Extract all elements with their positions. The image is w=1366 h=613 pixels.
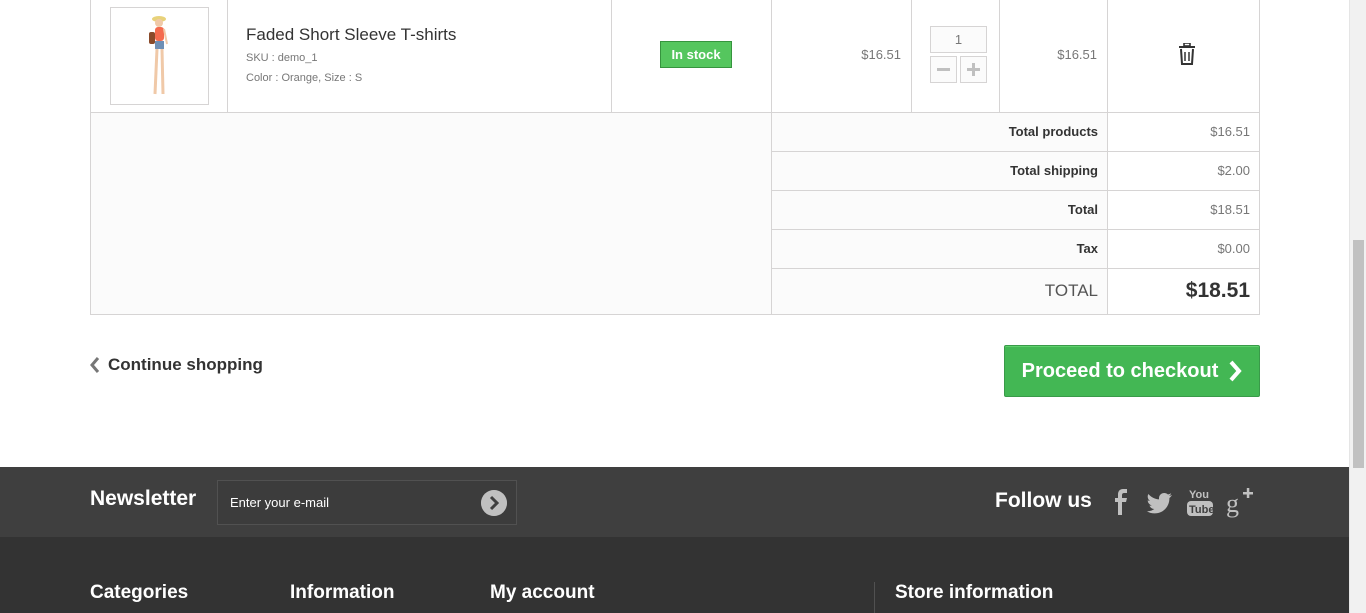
footer-information-heading[interactable]: Information: [290, 582, 395, 604]
grand-total-label: TOTAL: [772, 269, 1108, 314]
product-thumbnail[interactable]: [110, 7, 209, 105]
svg-text:You: You: [1189, 489, 1209, 501]
product-image-cell: [91, 0, 228, 112]
footer-my-account-heading[interactable]: My account: [490, 582, 595, 604]
in-stock-badge: In stock: [660, 41, 732, 68]
summary-value: $2.00: [1108, 152, 1259, 190]
footer-divider: [874, 582, 875, 613]
availability-cell: In stock: [612, 0, 772, 112]
plus-icon: [967, 63, 980, 76]
trash-icon[interactable]: [1177, 43, 1197, 65]
cart-table: Faded Short Sleeve T-shirts SKU : demo_1…: [90, 0, 1260, 315]
footer-main: Categories Information My account Store …: [0, 537, 1349, 613]
minus-icon: [937, 68, 950, 71]
product-description-cell: Faded Short Sleeve T-shirts SKU : demo_1…: [228, 0, 612, 112]
follow-us-title: Follow us: [995, 489, 1092, 512]
newsletter-email-input[interactable]: Enter your e-mail: [217, 480, 517, 525]
newsletter-title: Newsletter: [90, 487, 197, 510]
chevron-right-icon: [1229, 360, 1243, 382]
summary-row-total-shipping: Total shipping $2.00: [772, 152, 1259, 191]
summary-label: Total shipping: [772, 152, 1108, 190]
checkout-label: Proceed to checkout: [1021, 359, 1219, 382]
twitter-icon[interactable]: [1145, 485, 1175, 519]
footer-categories-heading[interactable]: Categories: [90, 582, 188, 604]
quantity-increase-button[interactable]: [960, 56, 987, 83]
newsletter-bar: Newsletter Enter your e-mail Follow us Y…: [0, 467, 1349, 537]
continue-shopping-label: Continue shopping: [108, 355, 263, 374]
grand-total-value: $18.51: [1108, 269, 1259, 314]
youtube-icon[interactable]: You Tube: [1185, 485, 1215, 519]
chevron-left-icon: [90, 357, 100, 373]
product-sku: SKU : demo_1: [246, 52, 318, 64]
svg-text:Tube: Tube: [1189, 504, 1214, 516]
footer-store-information-heading: Store information: [895, 582, 1054, 603]
line-total-cell: $16.51: [1000, 0, 1108, 112]
scrollbar-thumb[interactable]: [1353, 240, 1364, 468]
page-scrollbar[interactable]: [1349, 0, 1366, 613]
summary-value: $16.51: [1108, 113, 1259, 151]
quantity-input[interactable]: 1: [930, 26, 987, 53]
summary-value: $18.51: [1108, 191, 1259, 229]
summary-row-total: Total $18.51: [772, 191, 1259, 230]
delete-cell: [1108, 0, 1259, 112]
summary-row-tax: Tax $0.00: [772, 230, 1259, 269]
product-name-link[interactable]: Faded Short Sleeve T-shirts: [246, 25, 456, 45]
summary-value: $0.00: [1108, 230, 1259, 268]
summary-row-grand-total: TOTAL $18.51: [772, 269, 1259, 314]
unit-price: $16.51: [861, 47, 901, 62]
product-attributes: Color : Orange, Size : S: [246, 72, 363, 84]
unit-price-cell: $16.51: [772, 0, 912, 112]
summary-label: Total: [772, 191, 1108, 229]
arrow-right-circle-icon[interactable]: [481, 490, 507, 516]
summary-row-total-products: Total products $16.51: [772, 113, 1259, 152]
proceed-to-checkout-button[interactable]: Proceed to checkout: [1004, 345, 1260, 397]
newsletter-placeholder: Enter your e-mail: [230, 495, 329, 510]
facebook-icon[interactable]: [1106, 485, 1136, 519]
summary-label: Tax: [772, 230, 1108, 268]
summary-spacer: [91, 113, 772, 314]
svg-text:g: g: [1226, 489, 1239, 518]
quantity-decrease-button[interactable]: [930, 56, 957, 83]
cart-product-row: Faded Short Sleeve T-shirts SKU : demo_1…: [91, 0, 1259, 113]
line-total: $16.51: [1057, 47, 1097, 62]
google-plus-icon[interactable]: g: [1225, 485, 1255, 519]
quantity-cell: 1: [912, 0, 1000, 112]
continue-shopping-link[interactable]: Continue shopping: [90, 355, 263, 375]
summary-label: Total products: [772, 113, 1108, 151]
